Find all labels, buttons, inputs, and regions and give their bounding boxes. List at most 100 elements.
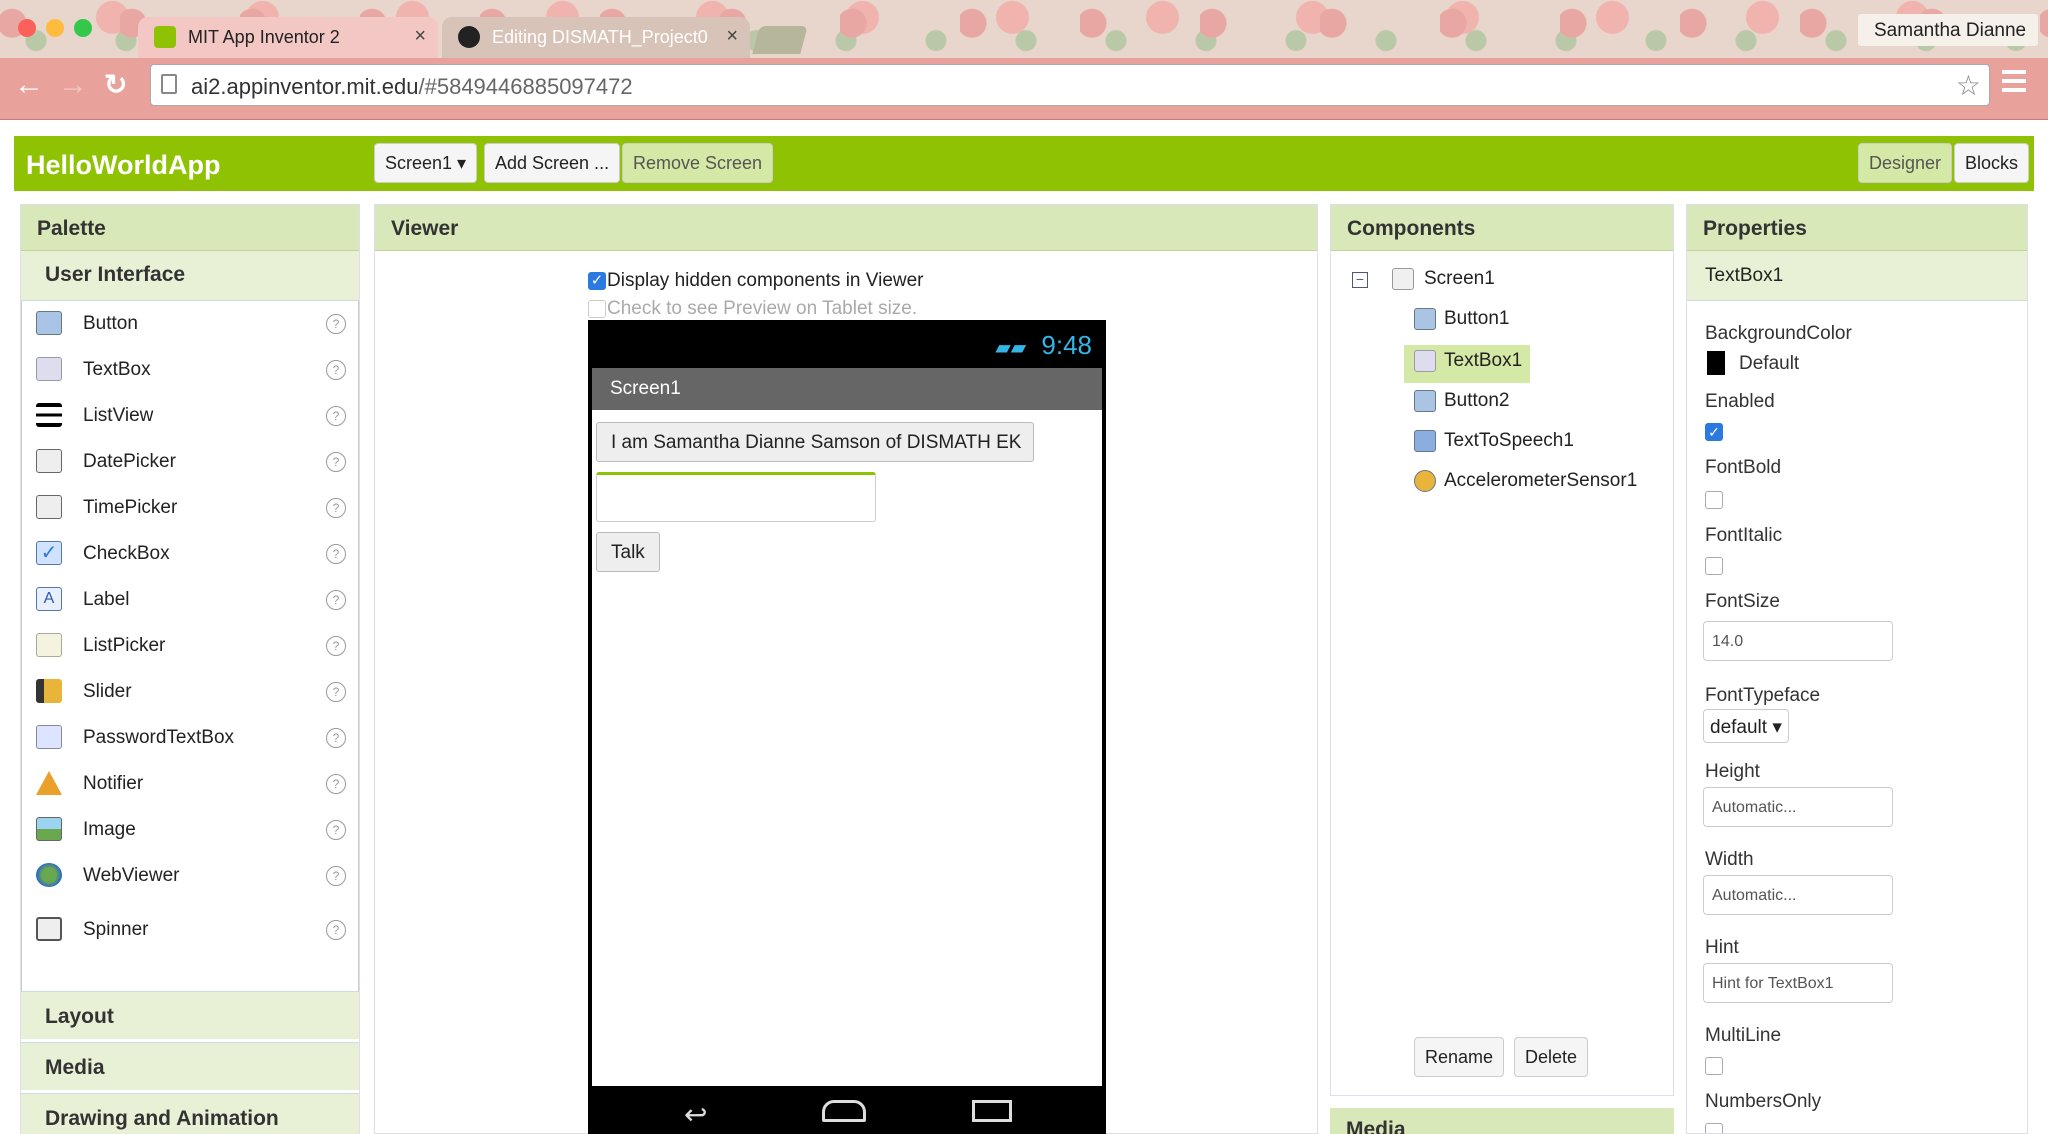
minimize-window-button[interactable] xyxy=(46,19,64,37)
palette-item-listpicker[interactable]: ListPicker? xyxy=(22,623,358,669)
palette-item-label[interactable]: A Label? xyxy=(22,577,358,623)
tablet-preview-checkbox[interactable] xyxy=(588,300,606,318)
help-icon[interactable]: ? xyxy=(326,314,346,334)
multiline-checkbox[interactable] xyxy=(1705,1057,1723,1075)
app-header xyxy=(14,136,2034,191)
fonttypeface-select[interactable]: default ▾ xyxy=(1703,709,1789,743)
width-input[interactable]: Automatic... xyxy=(1703,875,1893,915)
label-component[interactable]: I am Samantha Dianne Samson of DISMATH E… xyxy=(596,422,1035,462)
project-name: HelloWorldApp xyxy=(26,150,221,180)
palette-item-textbox[interactable]: TextBox? xyxy=(22,347,358,393)
tab-app-inventor[interactable]: MIT App Inventor 2 × xyxy=(138,17,438,58)
palette-item-image[interactable]: Image? xyxy=(22,807,358,853)
button-icon xyxy=(1414,308,1436,330)
help-icon[interactable]: ? xyxy=(326,820,346,840)
android-icon xyxy=(154,26,176,48)
palette-item-label: TimePicker xyxy=(83,497,178,518)
tree-item-accelerometersensor1[interactable]: AccelerometerSensor1 xyxy=(1414,470,1637,492)
palette-item-passwordtextbox[interactable]: PasswordTextBox? xyxy=(22,715,358,761)
globe-icon xyxy=(36,863,62,887)
help-icon[interactable]: ? xyxy=(326,406,346,426)
color-swatch[interactable] xyxy=(1707,351,1725,375)
rename-button[interactable]: Rename xyxy=(1414,1037,1505,1077)
palette-section-user-interface[interactable]: User Interface xyxy=(21,251,359,301)
profile-button[interactable]: Samantha Dianne xyxy=(1858,14,2038,46)
page-icon xyxy=(161,74,177,94)
close-tab-icon[interactable]: × xyxy=(414,25,426,48)
textbox-icon xyxy=(36,357,62,381)
help-icon[interactable]: ? xyxy=(326,452,346,472)
tab-github[interactable]: Editing DISMATH_Project0 × xyxy=(442,17,750,58)
fontsize-input[interactable]: 14.0 xyxy=(1703,621,1893,661)
menu-icon[interactable] xyxy=(2002,70,2026,92)
textbox-component[interactable] xyxy=(596,472,876,522)
help-icon[interactable]: ? xyxy=(326,544,346,564)
palette-item-listview[interactable]: ListView? xyxy=(22,393,358,439)
tree-item-button2[interactable]: Button2 xyxy=(1414,390,1510,412)
numbersonly-checkbox[interactable] xyxy=(1705,1123,1723,1133)
speech-bubble-icon xyxy=(1414,430,1436,452)
help-icon[interactable]: ? xyxy=(326,360,346,380)
help-icon[interactable]: ? xyxy=(326,866,346,886)
enabled-checkbox[interactable]: ✓ xyxy=(1705,423,1723,441)
tree-item-label: TextToSpeech1 xyxy=(1444,430,1574,451)
button-icon xyxy=(36,311,62,335)
bookmark-star-icon[interactable]: ☆ xyxy=(1956,69,1981,102)
palette-item-webviewer[interactable]: WebViewer? xyxy=(22,853,358,899)
palette-item-notifier[interactable]: Notifier? xyxy=(22,761,358,807)
palette-item-slider[interactable]: Slider? xyxy=(22,669,358,715)
reload-icon[interactable]: ↻ xyxy=(104,68,127,101)
hint-input[interactable]: Hint for TextBox1 xyxy=(1703,963,1893,1003)
palette-category-media[interactable]: Media xyxy=(21,1042,359,1090)
add-screen-button[interactable]: Add Screen ... xyxy=(484,143,621,183)
address-bar[interactable]: ai2.appinventor.mit.edu/#584944688509747… xyxy=(150,64,1990,106)
tree-item-texttospeech1[interactable]: TextToSpeech1 xyxy=(1414,430,1574,452)
help-icon[interactable]: ? xyxy=(326,498,346,518)
palette-item-checkbox[interactable]: ✓ CheckBox? xyxy=(22,531,358,577)
tree-item-screen1[interactable]: Screen1 xyxy=(1392,268,1495,290)
prop-label-hint: Hint xyxy=(1705,937,1739,958)
close-tab-icon[interactable]: × xyxy=(726,25,738,48)
palette-item-timepicker[interactable]: TimePicker? xyxy=(22,485,358,531)
help-icon[interactable]: ? xyxy=(326,774,346,794)
tree-item-button1[interactable]: Button1 xyxy=(1414,308,1510,330)
height-input[interactable]: Automatic... xyxy=(1703,787,1893,827)
collapse-icon[interactable]: − xyxy=(1352,272,1368,288)
palette-category-drawing[interactable]: Drawing and Animation xyxy=(21,1093,359,1134)
delete-button[interactable]: Delete xyxy=(1514,1037,1589,1077)
tab-title: Editing DISMATH_Project0 xyxy=(492,27,708,47)
help-icon[interactable]: ? xyxy=(326,728,346,748)
maximize-window-button[interactable] xyxy=(74,19,92,37)
checkbox-icon: ✓ xyxy=(36,541,62,565)
palette-title: Palette xyxy=(21,205,359,251)
hidden-components-checkbox[interactable]: ✓ xyxy=(588,272,606,290)
blocks-button[interactable]: Blocks xyxy=(1954,143,2030,183)
tree-item-label: Button2 xyxy=(1444,390,1510,411)
palette-category-layout[interactable]: Layout xyxy=(21,991,359,1039)
recents-nav-icon xyxy=(972,1100,1012,1122)
forward-icon[interactable]: → xyxy=(58,68,88,102)
remove-screen-button[interactable]: Remove Screen xyxy=(622,143,774,183)
palette-item-spinner[interactable]: Spinner? xyxy=(22,907,358,953)
designer-button[interactable]: Designer xyxy=(1858,143,1953,183)
tree-item-textbox1[interactable]: TextBox1 xyxy=(1414,350,1522,372)
talk-button[interactable]: Talk xyxy=(596,532,660,572)
fontitalic-checkbox[interactable] xyxy=(1705,557,1723,575)
back-icon[interactable]: ← xyxy=(14,68,44,102)
help-icon[interactable]: ? xyxy=(326,682,346,702)
palette-item-button[interactable]: Button? xyxy=(22,301,358,347)
help-icon[interactable]: ? xyxy=(326,636,346,656)
palette-item-label: ListView xyxy=(83,405,154,426)
help-icon[interactable]: ? xyxy=(326,920,346,940)
fontbold-checkbox[interactable] xyxy=(1705,491,1723,509)
phone-time: 9:48 xyxy=(1041,330,1092,360)
new-tab-button[interactable] xyxy=(752,26,808,54)
help-icon[interactable]: ? xyxy=(326,590,346,610)
close-window-button[interactable] xyxy=(18,19,36,37)
palette-item-label: Label xyxy=(83,589,130,610)
backgroundcolor-value[interactable]: Default xyxy=(1739,353,1799,375)
phone-nav-bar: ↩ xyxy=(592,1086,1102,1134)
palette-item-datepicker[interactable]: DatePicker? xyxy=(22,439,358,485)
selected-component-name: TextBox1 xyxy=(1687,251,2027,301)
screen-select[interactable]: Screen1 ▾ xyxy=(374,143,478,183)
